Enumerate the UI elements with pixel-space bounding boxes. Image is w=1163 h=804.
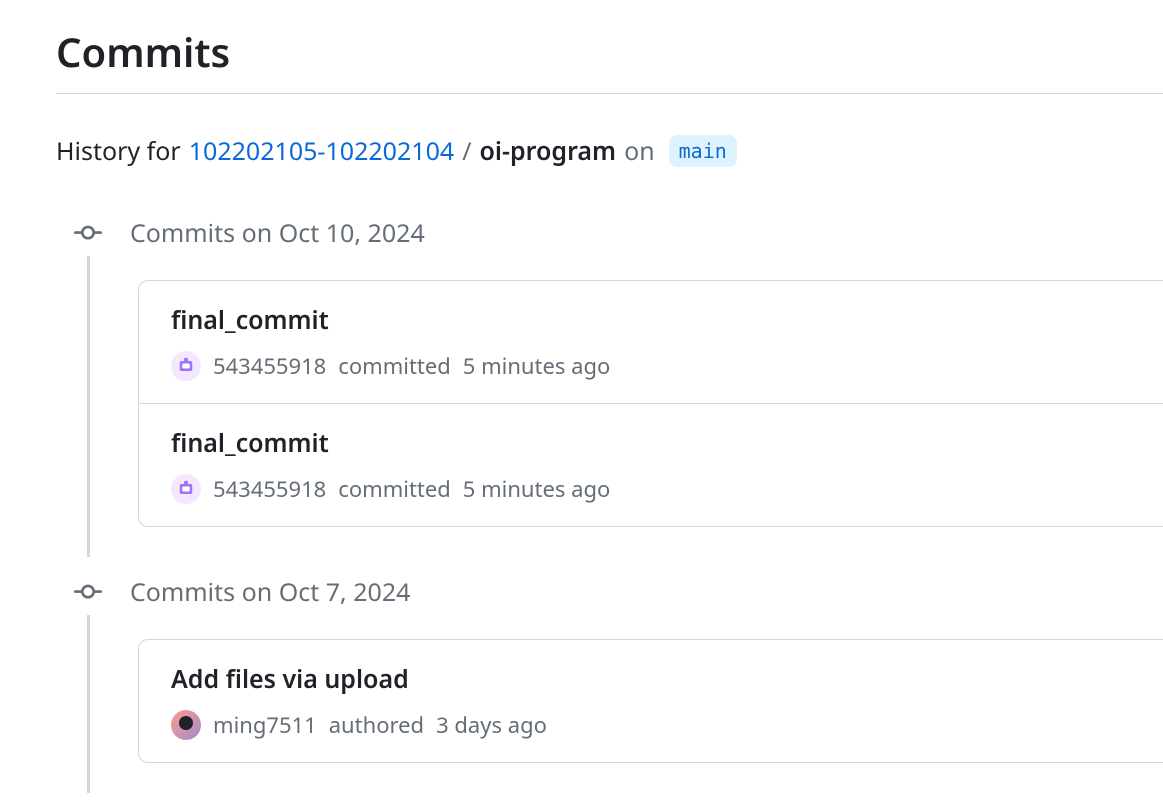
git-commit-icon bbox=[74, 219, 102, 247]
page-title: Commits bbox=[56, 24, 1163, 94]
commit-action: authored bbox=[329, 710, 424, 740]
commit-group-date: Commits on Oct 7, 2024 bbox=[130, 575, 410, 609]
path-segment[interactable]: oi-program bbox=[480, 134, 617, 168]
avatar[interactable] bbox=[171, 474, 201, 504]
on-label: on bbox=[624, 134, 655, 168]
commit-item[interactable]: Add files via upload ming7511 authored 3… bbox=[139, 640, 1163, 762]
commit-title-link[interactable]: final_commit bbox=[171, 426, 1135, 460]
timeline-line bbox=[87, 615, 90, 793]
commit-author-link[interactable]: 543455918 bbox=[213, 474, 326, 504]
commit-time: 3 days ago bbox=[436, 710, 547, 740]
commits-list: Add files via upload ming7511 authored 3… bbox=[138, 639, 1163, 763]
repo-link[interactable]: 102202105-102202104 bbox=[189, 134, 454, 168]
history-prefix: History for bbox=[56, 134, 181, 168]
commit-group-date: Commits on Oct 10, 2024 bbox=[130, 216, 425, 250]
commit-item[interactable]: final_commit 543455918 committed 5 minut… bbox=[139, 281, 1163, 404]
commit-title-link[interactable]: Add files via upload bbox=[171, 662, 1135, 696]
avatar[interactable] bbox=[171, 710, 201, 740]
commit-time: 5 minutes ago bbox=[463, 351, 611, 381]
commit-author-link[interactable]: 543455918 bbox=[213, 351, 326, 381]
commit-title-link[interactable]: final_commit bbox=[171, 303, 1135, 337]
timeline-line bbox=[87, 256, 90, 557]
commits-list: final_commit 543455918 committed 5 minut… bbox=[138, 280, 1163, 527]
path-separator: / bbox=[462, 134, 471, 168]
branch-badge[interactable]: main bbox=[669, 135, 737, 167]
history-breadcrumb: History for 102202105-102202104 / oi-pro… bbox=[56, 134, 1163, 168]
commit-author-link[interactable]: ming7511 bbox=[213, 710, 317, 740]
commit-item[interactable]: final_commit 543455918 committed 5 minut… bbox=[139, 404, 1163, 526]
avatar[interactable] bbox=[171, 351, 201, 381]
commit-group: Commits on Oct 7, 2024 Add files via upl… bbox=[56, 575, 1163, 763]
git-commit-icon bbox=[74, 578, 102, 606]
commit-time: 5 minutes ago bbox=[463, 474, 611, 504]
commit-action: committed bbox=[338, 474, 451, 504]
commit-action: committed bbox=[338, 351, 451, 381]
commit-group: Commits on Oct 10, 2024 final_commit 543… bbox=[56, 216, 1163, 527]
